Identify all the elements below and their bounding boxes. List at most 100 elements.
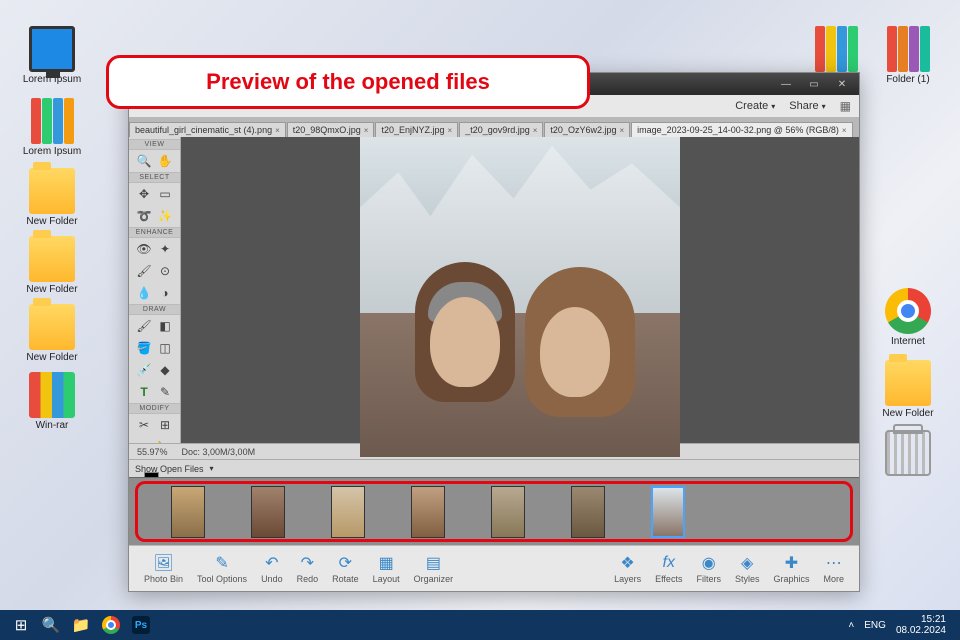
desktop-icon-folder-3[interactable]: New Folder	[18, 304, 86, 363]
clock[interactable]: 15:2108.02.2024	[896, 614, 946, 636]
rotate-button[interactable]: ⟳Rotate	[325, 553, 366, 584]
document-tab[interactable]: _t20_gov9rd.jpg×	[459, 122, 543, 137]
explorer-button[interactable]: 📁	[66, 610, 96, 640]
filters-button[interactable]: ◉Filters	[689, 553, 728, 584]
taskbar: ⊞ 🔍 📁 Ps ˄ ENG 15:2108.02.2024	[0, 610, 960, 640]
language-indicator[interactable]: ENG	[864, 620, 886, 631]
thumbnail[interactable]	[171, 486, 205, 538]
chrome-icon	[102, 616, 120, 634]
desktop-icon-binders[interactable]: Lorem Ipsum	[18, 98, 86, 157]
redeye-tool[interactable]: 👁	[135, 240, 153, 258]
move-tool[interactable]: ✥	[135, 185, 153, 203]
lasso-tool[interactable]: ➰	[135, 207, 153, 225]
tool-panel: VIEW🔍✋ SELECT✥▭➰✨ ENHANCE👁✦🖌⊙💧◑ DRAW🖌◧🪣◫…	[129, 137, 181, 443]
photoshop-elements-window: — ▭ ✕ Create Share ▦ beautiful_girl_cine…	[128, 72, 860, 592]
close-button[interactable]: ✕	[829, 76, 855, 92]
group-draw: DRAW	[129, 304, 180, 315]
label: Folder (1)	[874, 74, 942, 85]
pencil-tool[interactable]: ✎	[156, 383, 174, 401]
more-button[interactable]: ⋯More	[816, 553, 851, 584]
styles-button[interactable]: ◈Styles	[728, 553, 767, 584]
redo-button[interactable]: ↷Redo	[290, 553, 326, 584]
gradient-tool[interactable]: ◫	[156, 339, 174, 357]
eraser-tool[interactable]: ◧	[156, 317, 174, 335]
undo-button[interactable]: ↶Undo	[254, 553, 290, 584]
effects-button[interactable]: fxEffects	[648, 553, 689, 584]
folder-icon	[29, 168, 75, 214]
close-icon[interactable]: ×	[619, 126, 624, 135]
thumbnail[interactable]	[251, 486, 285, 538]
desktop-icon-binders-2[interactable]	[802, 26, 870, 74]
binder-icon	[29, 98, 75, 144]
menu-share[interactable]: Share	[789, 100, 825, 112]
organizer-icon: ▤	[423, 553, 443, 573]
tray-chevron-icon[interactable]: ˄	[848, 620, 854, 631]
hand-tool[interactable]: ✋	[156, 152, 174, 170]
marquee-tool[interactable]: ▭	[156, 185, 174, 203]
show-open-files-dropdown[interactable]: Show Open Files	[129, 459, 859, 477]
desktop-icon-winrar[interactable]: Win-rar	[18, 372, 86, 431]
desktop-icon-trash[interactable]	[874, 430, 942, 478]
rotate-icon: ⟳	[335, 553, 355, 573]
blur-tool[interactable]: 💧	[135, 284, 153, 302]
more-icon: ⋯	[824, 553, 844, 573]
search-button[interactable]: 🔍	[36, 610, 66, 640]
clone-tool[interactable]: ⊙	[156, 262, 174, 280]
zoom-tool[interactable]: 🔍	[135, 152, 153, 170]
document-tab[interactable]: beautiful_girl_cinematic_st (4).png×	[129, 122, 286, 137]
thumbnail[interactable]	[491, 486, 525, 538]
crop-tool[interactable]: ✂	[135, 416, 153, 434]
minimize-button[interactable]: —	[773, 76, 799, 92]
document-tab[interactable]: t20_98QmxO.jpg×	[287, 122, 375, 137]
desktop-icon-chrome[interactable]: Internet	[874, 288, 942, 347]
brush-tool[interactable]: 🖌	[135, 317, 153, 335]
styles-icon: ◈	[737, 553, 757, 573]
close-icon[interactable]: ×	[448, 126, 453, 135]
desktop-icon-folder-2[interactable]: New Folder	[18, 236, 86, 295]
pencil-icon: ✎	[212, 553, 232, 573]
desktop-icon-computer[interactable]: Lorem Ipsum	[18, 26, 86, 85]
close-icon[interactable]: ×	[364, 126, 369, 135]
close-icon[interactable]: ×	[842, 126, 847, 135]
graphics-button[interactable]: ✚Graphics	[766, 553, 816, 584]
maximize-button[interactable]: ▭	[801, 76, 827, 92]
desktop-icon-folder1[interactable]: Folder (1)	[874, 26, 942, 85]
layers-button[interactable]: ❖Layers	[607, 553, 648, 584]
chrome-button[interactable]	[96, 610, 126, 640]
monitor-icon	[29, 26, 75, 72]
organizer-button[interactable]: ▤Organizer	[407, 553, 461, 584]
thumbnail[interactable]	[331, 486, 365, 538]
desktop-icon-folder-1[interactable]: New Folder	[18, 168, 86, 227]
shape-tool[interactable]: ◆	[156, 361, 174, 379]
layout-button[interactable]: ▦Layout	[366, 553, 407, 584]
type-tool[interactable]: T	[135, 383, 153, 401]
smart-brush[interactable]: 🖌	[135, 262, 153, 280]
folder-icon	[885, 360, 931, 406]
layers-icon: ❖	[618, 553, 638, 573]
desktop-icon-folder-4[interactable]: New Folder	[874, 360, 942, 419]
photo-bin-button[interactable]: 🖼Photo Bin	[137, 553, 190, 584]
menu-overflow-icon[interactable]: ▦	[840, 99, 851, 113]
close-icon[interactable]: ×	[275, 126, 280, 135]
tool-options-button[interactable]: ✎Tool Options	[190, 553, 254, 584]
close-icon[interactable]: ×	[533, 126, 538, 135]
start-button[interactable]: ⊞	[6, 610, 36, 640]
folder-icon	[29, 236, 75, 282]
picker-tool[interactable]: 💉	[135, 361, 153, 379]
recompose-tool[interactable]: ⊞	[156, 416, 174, 434]
binder-icon	[885, 26, 931, 72]
fill-tool[interactable]: 🪣	[135, 339, 153, 357]
label: Internet	[874, 336, 942, 347]
thumbnail-selected[interactable]	[651, 486, 685, 538]
sponge-tool[interactable]: ◑	[156, 284, 174, 302]
thumbnail[interactable]	[571, 486, 605, 538]
wand-tool[interactable]: ✨	[156, 207, 174, 225]
menu-create[interactable]: Create	[735, 100, 775, 112]
document-tab[interactable]: t20_EnjNYZ.jpg×	[375, 122, 458, 137]
document-tab-active[interactable]: image_2023-09-25_14-00-32.png @ 56% (RGB…	[631, 122, 852, 137]
photoshop-button[interactable]: Ps	[126, 610, 156, 640]
thumbnail[interactable]	[411, 486, 445, 538]
canvas[interactable]	[181, 137, 859, 457]
whiten-tool[interactable]: ✦	[156, 240, 174, 258]
document-tab[interactable]: t20_OzY6w2.jpg×	[544, 122, 630, 137]
